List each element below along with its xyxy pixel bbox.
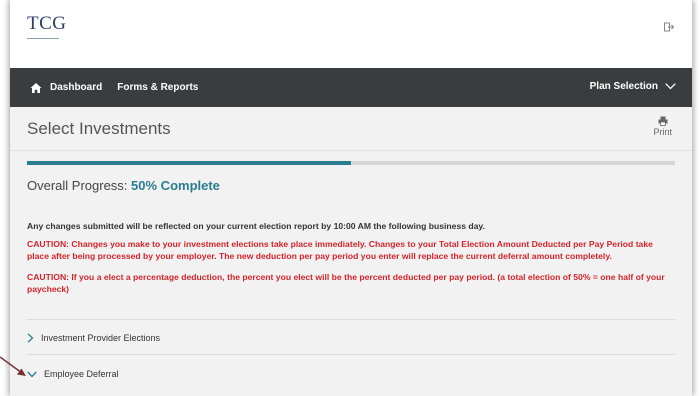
logo-text: TCG xyxy=(27,13,67,34)
chevron-right-icon xyxy=(27,333,34,343)
plan-selection-dropdown[interactable]: Plan Selection xyxy=(590,81,676,92)
main-content: Select Investments Print Overall Progres… xyxy=(10,107,692,396)
top-bar: TCG xyxy=(10,0,692,68)
page-title: Select Investments xyxy=(27,119,171,138)
home-icon[interactable] xyxy=(30,82,42,94)
nav-dashboard[interactable]: Dashboard xyxy=(50,82,102,93)
caution-message-percentage: CAUTION: If you a elect a percentage ded… xyxy=(27,272,665,294)
print-button[interactable]: Print xyxy=(653,116,672,137)
app-window: TCG Dashboard Forms & Reports Plan Selec… xyxy=(10,0,692,396)
progress-label: Overall Progress: xyxy=(27,178,128,193)
page-header: Select Investments Print xyxy=(10,107,692,151)
company-logo[interactable]: TCG xyxy=(27,14,67,44)
progress-bar-fill xyxy=(27,161,351,165)
caution-message-elections: CAUTION: Changes you make to your invest… xyxy=(27,239,653,261)
main-nav: Dashboard Forms & Reports Plan Selection xyxy=(10,68,692,107)
progress-text: Overall Progress: 50% Complete xyxy=(27,178,220,193)
accordion-investment-provider-elections[interactable]: Investment Provider Elections xyxy=(27,333,160,343)
print-label: Print xyxy=(653,127,672,137)
annotation-arrow-icon xyxy=(0,356,26,376)
divider xyxy=(27,354,675,355)
accordion-label: Employee Deferral xyxy=(44,369,119,379)
accordion-label: Investment Provider Elections xyxy=(41,333,161,343)
chevron-down-icon xyxy=(665,83,676,90)
nav-forms-reports[interactable]: Forms & Reports xyxy=(117,82,198,93)
progress-bar xyxy=(27,161,675,165)
accordion-employee-deferral[interactable]: Employee Deferral xyxy=(27,369,119,379)
logo-underline xyxy=(27,38,59,40)
progress-value: 50% Complete xyxy=(131,178,220,193)
printer-icon xyxy=(658,116,668,126)
plan-selection-label: Plan Selection xyxy=(589,81,658,92)
logout-icon[interactable] xyxy=(664,22,674,32)
info-message: Any changes submitted will be reflected … xyxy=(27,221,485,231)
divider xyxy=(27,319,675,320)
